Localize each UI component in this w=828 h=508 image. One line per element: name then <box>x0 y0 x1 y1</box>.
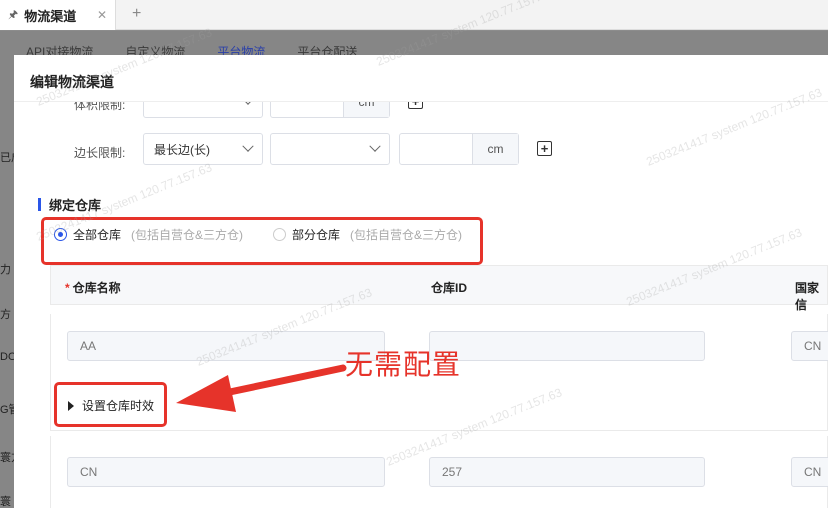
annotation-arrow-icon <box>176 364 347 412</box>
